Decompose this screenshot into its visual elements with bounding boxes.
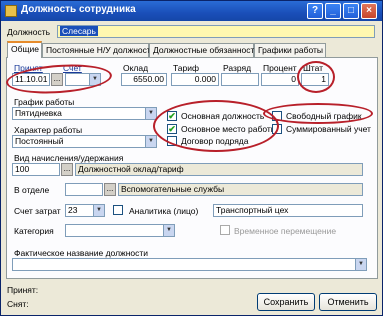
accrual-code-field[interactable]: 100	[12, 163, 60, 176]
chevron-down-icon[interactable]: ▼	[355, 259, 366, 270]
department-code-field[interactable]	[65, 183, 103, 196]
work-type-value: Постоянный	[15, 136, 64, 146]
tab-schedules[interactable]: Графики работы	[254, 43, 326, 57]
category-select[interactable]: ▼	[65, 224, 175, 237]
salary-field[interactable]: 6550.00	[121, 73, 167, 86]
dialog-window: Должность сотрудника ? _ □ × Должность С…	[0, 0, 383, 316]
window-title: Должность сотрудника	[21, 4, 136, 15]
tab-permanent-accruals[interactable]: Постоянные Н/У должности	[42, 43, 156, 57]
footer-hired-label: Принят:	[7, 285, 39, 295]
position-value: Слесарь	[60, 26, 98, 36]
category-label: Категория	[14, 226, 54, 236]
title-bar[interactable]: Должность сотрудника ? _ □ ×	[1, 1, 382, 21]
annotation-oval-free-schedule	[263, 103, 373, 124]
cancel-button[interactable]: Отменить	[319, 293, 377, 311]
help-button[interactable]: ?	[307, 3, 323, 19]
chevron-down-icon[interactable]: ▼	[163, 225, 174, 236]
annotation-oval-main-flags	[153, 100, 279, 152]
department-name-field: Вспомогательные службы	[118, 183, 363, 196]
analytics-field[interactable]: Транспортный цех	[213, 204, 363, 217]
temp-transfer-label: Временное перемещение	[234, 226, 337, 236]
work-type-select[interactable]: Постоянный ▼	[12, 135, 157, 148]
accrual-name-field: Должностной оклад/тариф	[75, 163, 363, 176]
department-picker-button[interactable]: ...	[104, 183, 116, 196]
grade-field[interactable]	[221, 73, 259, 86]
tariff-field[interactable]: 0.000	[171, 73, 219, 86]
percent-field[interactable]: 0	[261, 73, 299, 86]
actual-name-label: Фактическое название должности	[14, 248, 149, 258]
analytics-label: Аналитика (лицо)	[129, 206, 199, 216]
minimize-button[interactable]: _	[325, 3, 341, 19]
chevron-down-icon[interactable]: ▼	[145, 136, 156, 147]
schedule-value: Пятидневка	[15, 108, 62, 118]
chevron-down-icon[interactable]: ▼	[93, 205, 104, 216]
department-label: В отделе	[14, 185, 50, 195]
close-button[interactable]: ×	[361, 3, 377, 19]
cost-account-value: 23	[68, 205, 78, 215]
percent-label: Процент	[263, 63, 297, 73]
chevron-down-icon[interactable]: ▼	[145, 108, 156, 119]
cost-account-option-checkbox[interactable]	[113, 205, 123, 215]
salary-label: Оклад	[123, 63, 149, 73]
cost-account-select[interactable]: 23 ▼	[65, 204, 105, 217]
accrual-label: Вид начисления/удержания	[14, 153, 124, 163]
work-type-label: Характер работы	[14, 125, 83, 135]
maximize-button[interactable]: □	[343, 3, 359, 19]
tab-general[interactable]: Общие	[7, 41, 42, 58]
app-icon	[5, 5, 17, 17]
footer-removed-label: Снят:	[7, 299, 29, 309]
grade-label: Разряд	[223, 63, 252, 73]
tab-duties[interactable]: Должностные обязанности	[149, 43, 259, 57]
position-field[interactable]: Слесарь	[57, 25, 375, 38]
accrual-picker-button[interactable]: ...	[61, 163, 73, 176]
temp-transfer-checkbox[interactable]	[220, 225, 230, 235]
tariff-label: Тариф	[173, 63, 200, 73]
position-label: Должность	[7, 27, 51, 37]
schedule-label: График работы	[14, 97, 75, 107]
save-button[interactable]: Сохранить	[257, 293, 315, 311]
summarized-label: Суммированный учет	[286, 124, 371, 134]
actual-name-select[interactable]: ▼	[12, 258, 367, 271]
cost-account-label: Счет затрат	[14, 206, 61, 216]
schedule-select[interactable]: Пятидневка ▼	[12, 107, 157, 120]
annotation-oval-staff	[297, 61, 335, 93]
